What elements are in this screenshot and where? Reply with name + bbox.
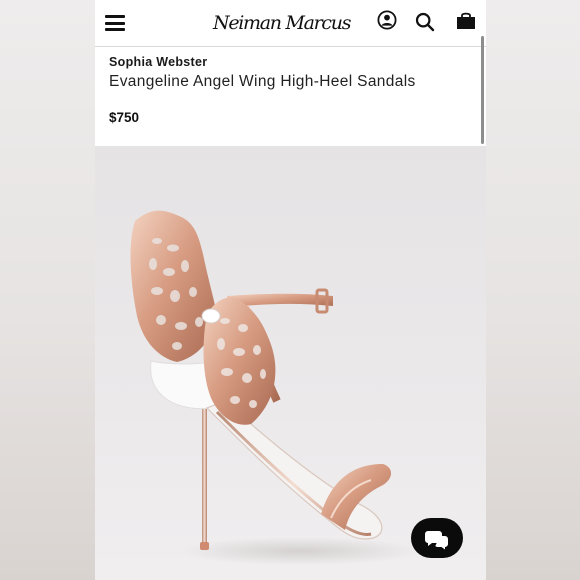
- blurred-background-right: [486, 0, 580, 580]
- search-icon[interactable]: [415, 12, 435, 32]
- chat-button[interactable]: [411, 518, 463, 558]
- sandal-illustration: [130, 210, 420, 565]
- product-title: Evangeline Angel Wing High-Heel Sandals: [109, 73, 416, 90]
- shopping-bag-icon[interactable]: [455, 10, 477, 32]
- neiman-marcus-logo[interactable]: Neiman Marcus: [213, 6, 351, 40]
- product-page: Neiman Marcus Sophia Webster Evangeline …: [95, 0, 486, 580]
- chat-bubbles-icon: [425, 531, 448, 550]
- product-price: $750: [109, 110, 140, 125]
- menu-icon[interactable]: [105, 15, 125, 31]
- product-image[interactable]: [95, 146, 486, 580]
- scrollbar[interactable]: [481, 36, 484, 144]
- product-brand[interactable]: Sophia Webster: [109, 55, 207, 69]
- blurred-background-left: [0, 0, 95, 580]
- account-icon[interactable]: [377, 10, 397, 30]
- top-navigation-bar: Neiman Marcus: [95, 0, 486, 47]
